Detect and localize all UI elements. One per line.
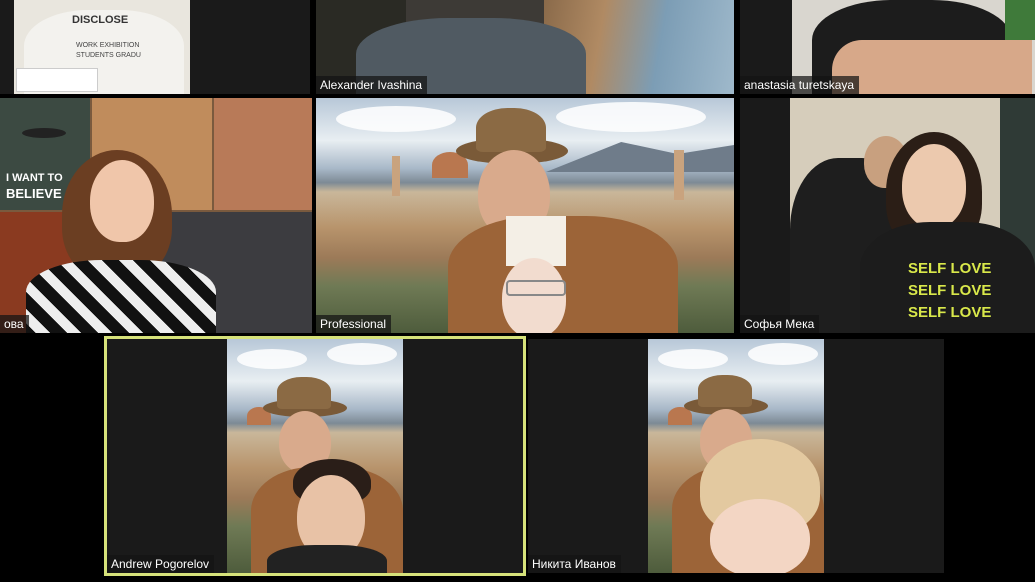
participant-name: Professional (316, 315, 392, 333)
shirt-print-sub: WORK EXHIBITION (76, 42, 140, 49)
participant-tile-active-speaker[interactable]: Andrew Pogorelov (104, 336, 526, 576)
participant-name: Софья Мека (740, 315, 820, 333)
participant-tile[interactable]: I WANT TO BELIEVE ова (0, 98, 312, 333)
hoodie-text: SELF LOVE (908, 282, 992, 299)
participant-name: ова (0, 315, 29, 333)
hat-icon (698, 375, 752, 407)
participant-video: DISCLOSE WORK EXHIBITION STUDENTS GRADU (14, 0, 190, 94)
glasses-icon (506, 280, 566, 296)
ufo-icon (22, 128, 66, 138)
participant-tile[interactable]: DISCLOSE WORK EXHIBITION STUDENTS GRADU (0, 0, 310, 94)
plant (1005, 0, 1035, 40)
hoodie-print: SELF LOVE SELF LOVE SELF LOVE (908, 258, 998, 324)
participant-arm (832, 40, 1032, 94)
poster-text: I WANT TO (6, 172, 63, 184)
participant-name: Andrew Pogorelov (107, 555, 215, 573)
participant-name: Alexander Ivashina (316, 76, 428, 94)
shirt-print: DISCLOSE (72, 14, 129, 26)
participant-head (902, 144, 966, 228)
participant-tile[interactable]: Никита Иванов (528, 339, 944, 573)
hoodie-text: SELF LOVE (908, 304, 992, 321)
participant-video (316, 98, 734, 333)
poster-text: BELIEVE (6, 186, 62, 201)
participant-video (227, 339, 403, 573)
participant-video: I WANT TO BELIEVE (0, 98, 312, 333)
participant-video: SELF LOVE SELF LOVE SELF LOVE (790, 98, 1035, 333)
participant-head (90, 160, 154, 242)
participant-name: Никита Иванов (528, 555, 621, 573)
paper-sheet (16, 68, 98, 92)
participant-video (648, 339, 824, 573)
hat-icon (277, 377, 331, 409)
participant-tile[interactable]: anastasia turetskaya (740, 0, 1035, 94)
participant-figure (26, 260, 216, 333)
hoodie-text: SELF LOVE (908, 260, 992, 277)
participant-tile[interactable]: Alexander Ivashina (316, 0, 734, 94)
participant-tile[interactable]: SELF LOVE SELF LOVE SELF LOVE Софья Мека (740, 98, 1035, 333)
hat-icon (476, 108, 546, 152)
poster (214, 98, 312, 210)
shirt-print-sub: STUDENTS GRADU (76, 52, 141, 59)
participant-name: anastasia turetskaya (740, 76, 860, 94)
participant-tile[interactable]: Professional (316, 98, 734, 333)
participant-overlay-head (710, 499, 810, 573)
participant-overlay-figure (267, 545, 387, 573)
